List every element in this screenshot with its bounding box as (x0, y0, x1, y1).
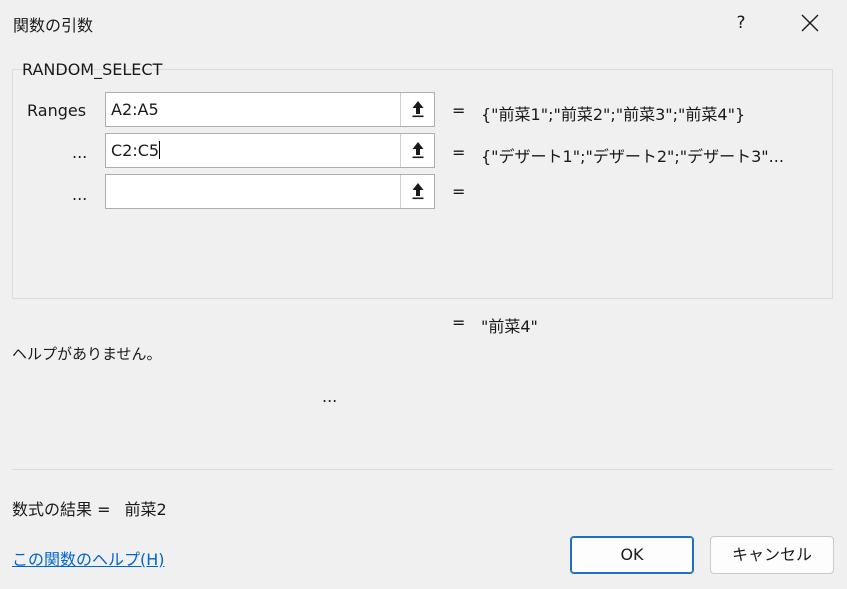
argument-description: ... (322, 387, 338, 406)
ok-button[interactable]: OK (570, 536, 694, 574)
formula-result-value: 前菜2 (124, 500, 167, 519)
function-help-link[interactable]: この関数のヘルプ(H) (12, 546, 165, 570)
ranges-input-value: A2:A5 (111, 100, 159, 119)
divider (12, 469, 833, 470)
function-result-value: "前菜4" (481, 317, 538, 336)
title-bar: 関数の引数 ? (0, 0, 847, 46)
text-caret (159, 141, 161, 159)
arg-equals: = (452, 143, 466, 162)
cancel-button[interactable]: キャンセル (710, 536, 834, 574)
arg-result: {"デザート1";"デザート2";"デザート3"... (481, 147, 784, 166)
function-name: RANDOM_SELECT (22, 60, 163, 79)
arg-equals: = (452, 182, 466, 201)
arg2-input-value: C2:C5 (111, 141, 161, 160)
function-description: ヘルプがありません。 (12, 345, 162, 363)
collapse-dialog-button[interactable] (400, 134, 434, 167)
arg2-input[interactable]: C2:C5 (105, 133, 435, 168)
collapse-dialog-button[interactable] (400, 93, 434, 126)
function-result-equals: = (452, 313, 466, 332)
collapse-arrow-icon (412, 183, 423, 200)
arg-equals: = (452, 101, 466, 120)
arg-result: {"前菜1";"前菜2";"前菜3";"前菜4"} (481, 105, 746, 124)
close-button[interactable] (790, 6, 830, 40)
collapse-arrow-icon (412, 142, 423, 159)
arg3-input[interactable] (105, 174, 435, 209)
close-icon (801, 14, 819, 32)
collapse-dialog-button[interactable] (400, 175, 434, 208)
formula-result: 数式の結果 = 前菜2 (12, 496, 167, 520)
formula-result-label: 数式の結果 = (12, 500, 111, 519)
ranges-input[interactable]: A2:A5 (105, 92, 435, 127)
arg-label-more: ... (72, 185, 88, 204)
help-button[interactable]: ? (726, 6, 756, 40)
arg-label-more: ... (72, 143, 88, 162)
arg-label-ranges: Ranges (27, 101, 87, 120)
dialog-title: 関数の引数 (13, 16, 94, 35)
collapse-arrow-icon (412, 101, 423, 118)
